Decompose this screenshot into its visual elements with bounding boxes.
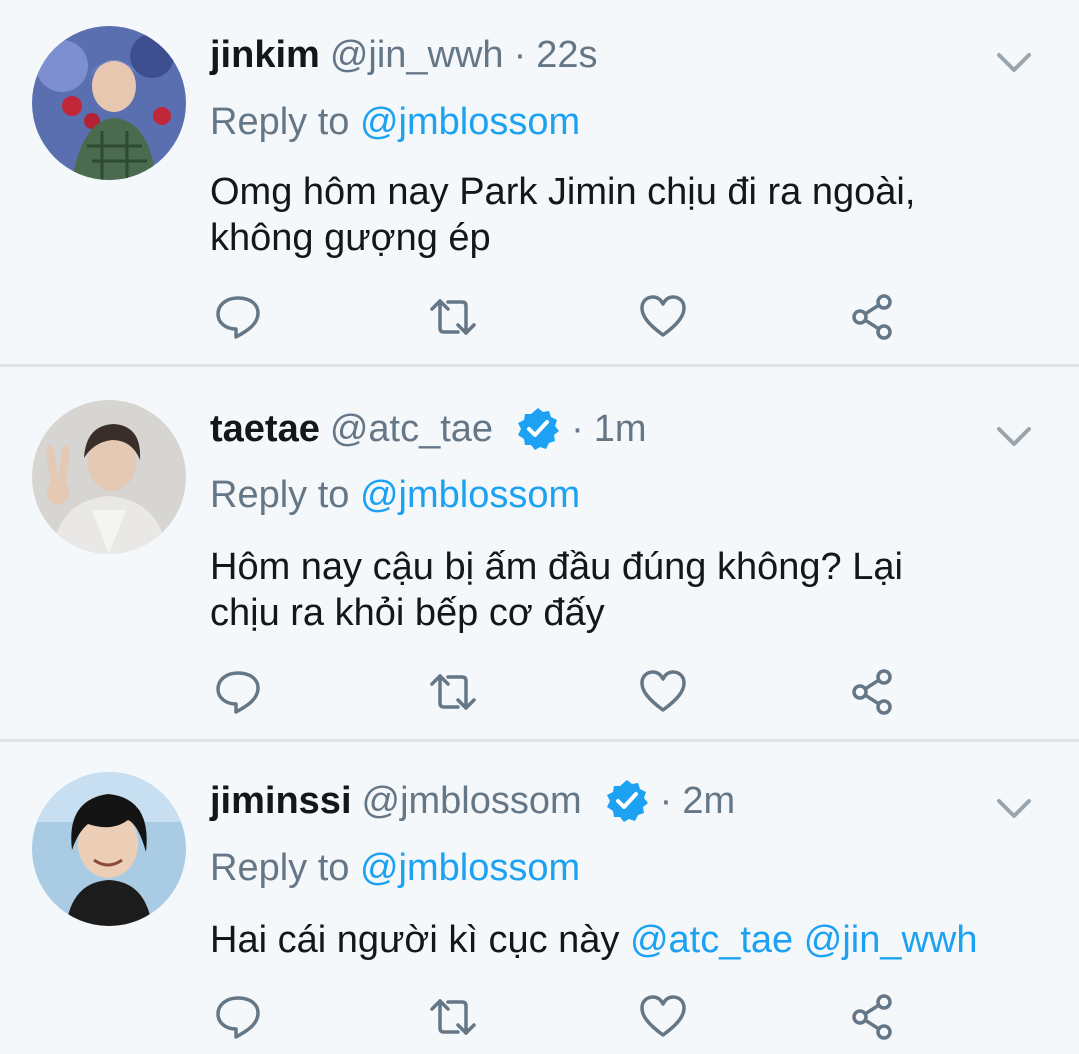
- tweet-header: jinkim @jin_wwh · 22s: [210, 30, 598, 80]
- chevron-down-icon[interactable]: [993, 41, 1035, 83]
- verified-badge-icon: [515, 406, 561, 452]
- share-icon[interactable]: [848, 667, 898, 717]
- reply-prefix: Reply to: [210, 847, 350, 889]
- user-handle[interactable]: @jmblossom: [362, 780, 582, 823]
- tweet-text: Hai cái người kì cục này @atc_tae @jin_w…: [210, 917, 978, 963]
- reply-icon[interactable]: [213, 667, 263, 717]
- user-handle[interactable]: @atc_tae: [330, 408, 493, 451]
- retweet-icon[interactable]: [428, 292, 478, 342]
- timestamp[interactable]: 2m: [682, 780, 735, 823]
- timestamp[interactable]: 22s: [536, 34, 597, 77]
- mention-link[interactable]: @jin_wwh: [804, 919, 978, 961]
- tweet-1[interactable]: jinkim @jin_wwh · 22s Reply to @jmblosso…: [0, 0, 1079, 364]
- tweet-text: Omg hôm nay Park Jimin chịu đi ra ngoài,…: [210, 169, 915, 261]
- chevron-down-icon[interactable]: [993, 415, 1035, 457]
- separator: ·: [513, 33, 527, 76]
- display-name[interactable]: jinkim: [210, 34, 320, 77]
- reply-icon[interactable]: [213, 292, 263, 342]
- avatar[interactable]: [32, 772, 186, 926]
- reply-mention-link[interactable]: @jmblossom: [360, 474, 580, 516]
- retweet-icon[interactable]: [428, 667, 478, 717]
- reply-context: Reply to @jmblossom: [210, 474, 580, 517]
- retweet-icon[interactable]: [428, 992, 478, 1042]
- tweet-text-line: Hôm nay cậu bị ấm đầu đúng không? Lại: [210, 546, 903, 588]
- tweet-header: taetae @atc_tae · 1m: [210, 404, 647, 454]
- tweet-text-plain: Hai cái người kì cục này: [210, 919, 630, 961]
- display-name[interactable]: taetae: [210, 408, 320, 451]
- tweet-3[interactable]: jiminssi @jmblossom · 2m Reply to @jmblo…: [0, 739, 1079, 1051]
- separator: ·: [571, 407, 584, 450]
- tweet-actions: [210, 292, 910, 342]
- reply-mention-link[interactable]: @jmblossom: [360, 847, 580, 889]
- reply-prefix: Reply to: [210, 474, 350, 516]
- tweet-text: Hôm nay cậu bị ấm đầu đúng không? Lại ch…: [210, 544, 903, 636]
- avatar[interactable]: [32, 26, 186, 180]
- heart-icon[interactable]: [638, 667, 688, 717]
- user-handle[interactable]: @jin_wwh: [330, 34, 504, 77]
- tweet-actions: [210, 992, 910, 1042]
- tweet-2[interactable]: taetae @atc_tae · 1m Reply to @jmblossom…: [0, 364, 1079, 739]
- share-icon[interactable]: [848, 292, 898, 342]
- timestamp[interactable]: 1m: [594, 408, 647, 451]
- display-name[interactable]: jiminssi: [210, 780, 352, 823]
- mention-link[interactable]: @atc_tae: [630, 919, 793, 961]
- reply-context: Reply to @jmblossom: [210, 847, 580, 890]
- share-icon[interactable]: [848, 992, 898, 1042]
- heart-icon[interactable]: [638, 992, 688, 1042]
- tweet-actions: [210, 667, 910, 717]
- avatar[interactable]: [32, 400, 186, 554]
- reply-context: Reply to @jmblossom: [210, 101, 580, 144]
- heart-icon[interactable]: [638, 292, 688, 342]
- tweet-text-line: không gượng ép: [210, 217, 491, 259]
- reply-mention-link[interactable]: @jmblossom: [360, 101, 580, 143]
- reply-icon[interactable]: [213, 992, 263, 1042]
- chevron-down-icon[interactable]: [993, 787, 1035, 829]
- reply-prefix: Reply to: [210, 101, 350, 143]
- tweet-text-line: chịu ra khỏi bếp cơ đấy: [210, 592, 605, 634]
- separator: ·: [659, 779, 673, 822]
- tweet-header: jiminssi @jmblossom · 2m: [210, 776, 735, 826]
- verified-badge-icon: [604, 778, 650, 824]
- tweet-text-line: Omg hôm nay Park Jimin chịu đi ra ngoài,: [210, 171, 916, 213]
